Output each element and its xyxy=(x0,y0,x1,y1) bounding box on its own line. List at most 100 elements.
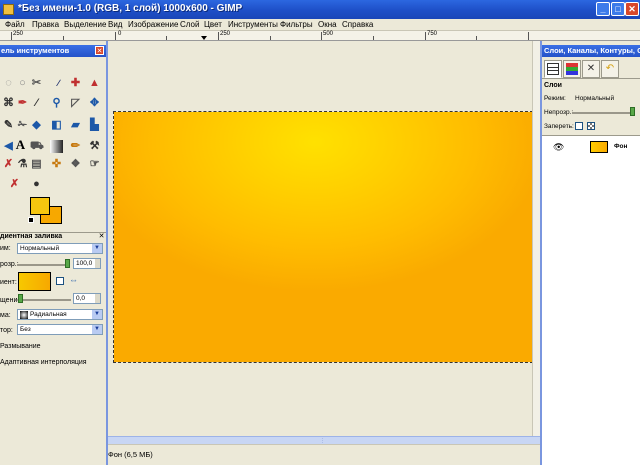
layer-opacity-slider-thumb[interactable] xyxy=(630,107,635,116)
scissors-select-icon[interactable]: ✂ xyxy=(30,77,43,90)
offset-slider-thumb[interactable] xyxy=(18,294,23,303)
rotate-icon[interactable]: ◆ xyxy=(30,119,43,132)
spinner-arrows-icon[interactable] xyxy=(95,294,100,303)
tab-channels[interactable] xyxy=(563,60,581,78)
toolbox-close-button[interactable]: ✕ xyxy=(95,46,104,55)
tab-undo[interactable]: ↶ xyxy=(601,60,619,78)
zoom-icon[interactable]: ▲ xyxy=(88,77,101,90)
tab-paths[interactable]: ✕ xyxy=(582,60,600,78)
clone-icon[interactable]: ▤ xyxy=(30,158,43,171)
menu-view[interactable]: Вид xyxy=(108,20,122,29)
perspective-clone-icon[interactable]: ❖ xyxy=(69,158,82,171)
eraser-icon[interactable]: ● xyxy=(30,178,43,191)
lock-pixels-checkbox[interactable] xyxy=(587,122,595,130)
layer-opacity-label: Непрозр.: xyxy=(544,109,574,116)
lasso-icon[interactable]: ◌ xyxy=(2,77,15,90)
reverse-gradient-checkbox[interactable] xyxy=(56,277,64,285)
paths-tab-icon: ✕ xyxy=(586,63,596,74)
gradient-preview[interactable] xyxy=(18,272,51,291)
opacity-slider-thumb[interactable] xyxy=(65,259,70,268)
fuzzy-select-icon[interactable]: ○ xyxy=(16,77,29,90)
scrollbar-grip-icon[interactable]: ⋮ xyxy=(320,438,325,444)
opacity-slider-track[interactable] xyxy=(17,264,69,266)
bucket-fill-icon[interactable]: ⛟ xyxy=(30,140,44,153)
blend-icon[interactable] xyxy=(50,140,63,153)
maximize-button[interactable]: □ xyxy=(611,2,625,16)
status-bar: Фон (6,5 МБ) xyxy=(108,444,540,465)
ruler-label: 500 xyxy=(323,31,334,37)
tool-options-close-icon[interactable]: ✕ xyxy=(98,233,105,240)
ruler-tick xyxy=(425,32,426,40)
shear-icon[interactable]: ▰ xyxy=(69,119,82,132)
mode-label: им: xyxy=(0,245,11,252)
menu-filters[interactable]: Фильтры xyxy=(280,20,313,29)
menu-select[interactable]: Выделение xyxy=(64,20,106,29)
default-colors-icon[interactable] xyxy=(28,217,34,223)
move-icon[interactable]: ✥ xyxy=(88,97,101,110)
layer-name: Фон xyxy=(614,143,628,150)
shape-select[interactable]: Радиальная ▼ xyxy=(17,309,103,320)
close-button[interactable]: ✕ xyxy=(625,2,639,16)
chevron-down-icon: ▼ xyxy=(92,310,102,319)
offset-spinner[interactable]: 0,0 xyxy=(73,293,101,304)
repeat-select[interactable]: Без ▼ xyxy=(17,324,103,335)
mode-select[interactable]: Нормальный ▼ xyxy=(17,243,103,254)
layer-opacity-slider-track[interactable] xyxy=(572,112,630,114)
by-color-select-icon[interactable]: ✒ xyxy=(16,97,29,110)
ruler-label: 250 xyxy=(220,31,231,37)
menu-image[interactable]: Изображение xyxy=(128,20,178,29)
eyedropper-icon[interactable]: ⁄ xyxy=(30,97,43,110)
chevron-down-icon: ▼ xyxy=(92,325,102,334)
lock-alpha-checkbox[interactable] xyxy=(575,122,583,130)
opacity-spinner[interactable]: 100,0 xyxy=(73,258,101,269)
toolbox-title: ель инструментов xyxy=(1,46,70,55)
spinner-arrows-icon[interactable] xyxy=(95,259,100,268)
menu-layer[interactable]: Слой xyxy=(180,20,199,29)
menu-tools[interactable]: Инструменты xyxy=(228,20,278,29)
perspective-icon[interactable]: ▙ xyxy=(88,119,101,132)
menu-color[interactable]: Цвет xyxy=(204,20,222,29)
magnify-icon[interactable]: ⚲ xyxy=(50,97,63,110)
menu-help[interactable]: Справка xyxy=(342,20,373,29)
paths-icon[interactable]: ∕ xyxy=(52,77,65,90)
horizontal-ruler[interactable]: 250 0 250 500 750 xyxy=(0,31,640,41)
repeat-value: Без xyxy=(20,326,31,333)
dodge-burn-icon[interactable]: ✗ xyxy=(8,178,21,191)
color-picker-icon[interactable]: ✚ xyxy=(69,77,82,90)
airbrush-icon[interactable]: ✗ xyxy=(2,158,15,171)
tab-layers[interactable] xyxy=(544,60,562,78)
dither-checkbox-label[interactable]: Размывание xyxy=(0,343,41,350)
foreground-color-swatch[interactable] xyxy=(30,197,50,215)
offset-value: 0,0 xyxy=(76,295,86,302)
title-bar: *Без имени-1.0 (RGB, 1 слой) 1000x600 - … xyxy=(0,0,640,19)
status-text: Фон (6,5 МБ) xyxy=(108,450,153,459)
menu-file[interactable]: Файл xyxy=(5,20,25,29)
heal-icon[interactable]: ✜ xyxy=(50,158,63,171)
smudge-icon[interactable]: ☞ xyxy=(88,158,101,171)
ink-icon[interactable]: ⚗ xyxy=(16,158,29,171)
horizontal-scrollbar[interactable]: ⋮ xyxy=(108,436,540,444)
align-icon[interactable]: ✎ xyxy=(2,119,15,132)
measure-icon[interactable]: ◸ xyxy=(69,97,82,110)
dock-header: Слои, Каналы, Контуры, От xyxy=(542,45,640,57)
pencil-icon[interactable]: ✏ xyxy=(69,140,82,153)
scale-icon[interactable]: ◧ xyxy=(50,119,63,132)
layers-list[interactable] xyxy=(542,135,640,465)
minimize-button[interactable]: _ xyxy=(596,2,610,16)
eye-icon[interactable]: 👁 xyxy=(553,142,564,153)
gradient-swap-icon[interactable]: ⇔ xyxy=(67,274,80,287)
menu-edit[interactable]: Правка xyxy=(32,20,59,29)
ruler-tick xyxy=(270,36,271,40)
offset-slider-track[interactable] xyxy=(20,299,71,301)
layer-row[interactable]: 👁 Фон xyxy=(542,137,640,157)
layer-mode-value[interactable]: Нормальный xyxy=(575,95,614,102)
ruler-label: 750 xyxy=(427,31,438,37)
fuzzy-wand-icon[interactable]: ⌘ xyxy=(2,97,15,110)
adaptive-supersampling-label[interactable]: Адаптивная интерполяция xyxy=(0,359,87,366)
crop-icon[interactable]: ✁ xyxy=(16,119,29,132)
text-icon[interactable]: A xyxy=(14,138,27,151)
menu-windows[interactable]: Окна xyxy=(318,20,337,29)
image-canvas[interactable] xyxy=(113,111,533,363)
paintbrush-icon[interactable]: ⚒ xyxy=(88,140,101,153)
vertical-scrollbar[interactable] xyxy=(532,41,540,436)
